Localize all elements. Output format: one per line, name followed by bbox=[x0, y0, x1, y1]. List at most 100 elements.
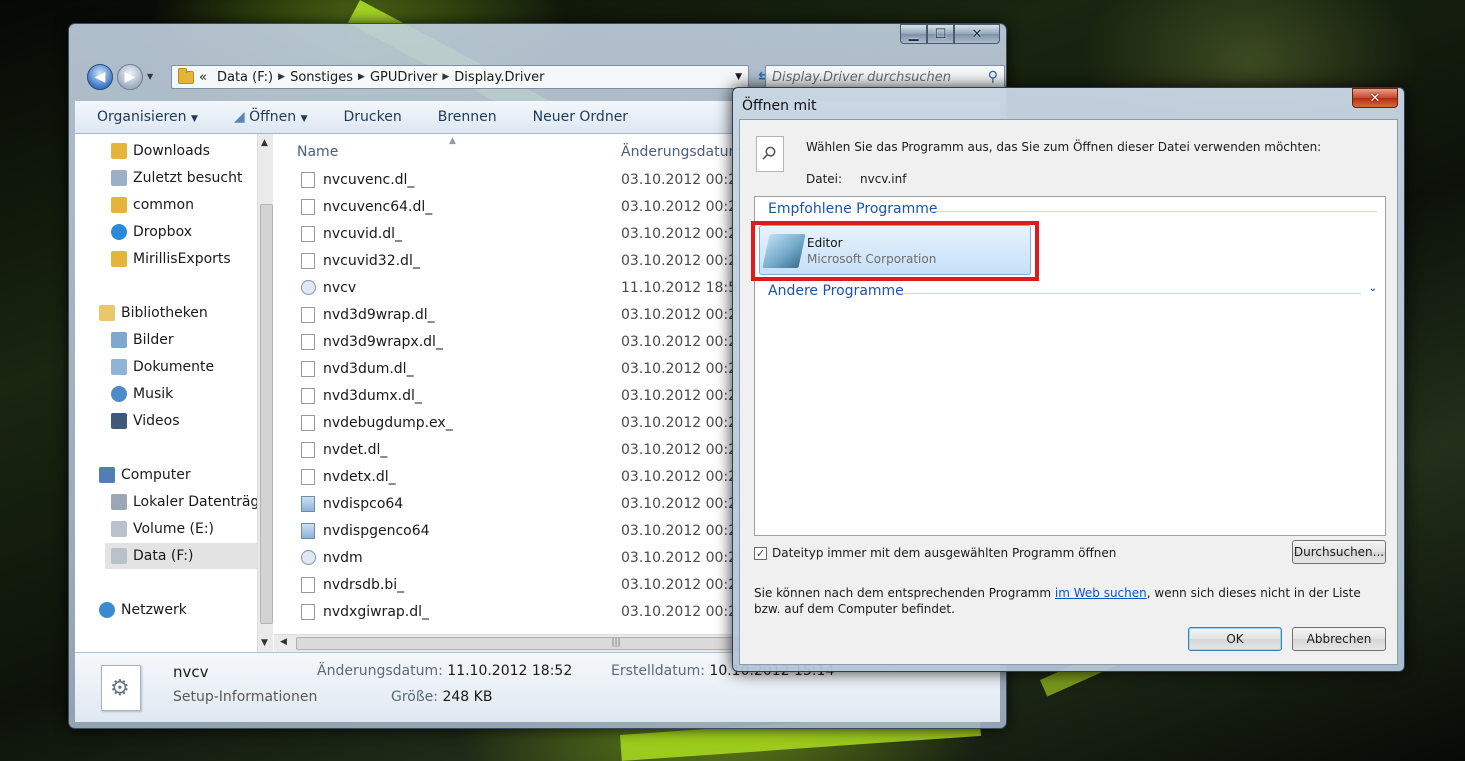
file-icon bbox=[301, 171, 315, 188]
computer-icon bbox=[99, 467, 115, 483]
nav-item-label: Dokumente bbox=[133, 359, 215, 375]
breadcrumb-separator-icon[interactable]: ▶ bbox=[442, 72, 449, 82]
close-button[interactable]: ✕ bbox=[954, 24, 1000, 44]
breadcrumb-display-driver[interactable]: Display.Driver bbox=[454, 70, 544, 85]
minimize-icon: ▁ bbox=[908, 26, 919, 42]
videos-icon bbox=[111, 413, 127, 429]
column-header-name[interactable]: Name bbox=[297, 144, 338, 160]
dialog-title: Öffnen mit bbox=[742, 98, 817, 114]
organize-menu[interactable]: Organisieren ▼ bbox=[97, 109, 198, 125]
search-placeholder: Display.Driver durchsuchen bbox=[772, 69, 952, 85]
file-name: nvd3dum.dl_ bbox=[323, 360, 414, 377]
breadcrumb-separator-icon[interactable]: ▶ bbox=[278, 72, 285, 82]
web-search-link[interactable]: im Web suchen bbox=[1055, 586, 1147, 600]
nav-item-computer[interactable]: Computer bbox=[99, 464, 191, 486]
breadcrumb-separator-icon[interactable]: ▶ bbox=[358, 72, 365, 82]
nav-item-volume-e[interactable]: Volume (E:) bbox=[111, 518, 214, 540]
file-icon bbox=[301, 333, 315, 350]
open-menu[interactable]: ◢ Öffnen ▼ bbox=[234, 109, 308, 125]
file-date: 03.10.2012 00:21 bbox=[621, 171, 746, 188]
always-use-checkbox[interactable]: ✓ bbox=[754, 546, 767, 560]
details-modified-label: Änderungsdatum: bbox=[317, 663, 443, 679]
dialog-close-button[interactable]: ✕ bbox=[1352, 88, 1398, 108]
column-header-date[interactable]: Änderungsdatum bbox=[621, 144, 742, 160]
nav-item-common[interactable]: common bbox=[111, 194, 194, 216]
nav-item-mirillis[interactable]: MirillisExports bbox=[111, 248, 231, 270]
file-name: nvcuvid.dl_ bbox=[323, 225, 403, 242]
breadcrumb-data-f[interactable]: Data (F:) bbox=[217, 70, 273, 85]
file-icon bbox=[301, 360, 315, 377]
address-dropdown-icon[interactable]: ▼ bbox=[735, 72, 742, 82]
scroll-up-icon[interactable]: ▲ bbox=[261, 138, 268, 148]
file-name: nvdispco64 bbox=[323, 495, 404, 512]
nav-item-dropbox[interactable]: Dropbox bbox=[111, 221, 192, 243]
highlight-box bbox=[751, 221, 1039, 281]
breadcrumb-sonstiges[interactable]: Sonstiges bbox=[290, 70, 353, 85]
browse-button[interactable]: Durchsuchen... bbox=[1292, 540, 1386, 564]
sort-ascending-icon: ▲ bbox=[449, 136, 456, 146]
nav-item-downloads[interactable]: Downloads bbox=[111, 140, 210, 162]
details-modified: Änderungsdatum: 11.10.2012 18:52 bbox=[317, 663, 572, 679]
nav-item-music[interactable]: Musik bbox=[111, 383, 173, 405]
chevron-down-icon: ▼ bbox=[190, 114, 198, 124]
nav-item-label: Bilder bbox=[133, 332, 174, 348]
cancel-button[interactable]: Abbrechen bbox=[1292, 627, 1386, 651]
nav-item-local-disk[interactable]: Lokaler Datenträger bbox=[111, 491, 273, 513]
documents-icon bbox=[111, 359, 127, 375]
nav-item-network[interactable]: Netzwerk bbox=[99, 599, 187, 621]
nav-item-label: Netzwerk bbox=[121, 602, 187, 618]
nav-item-label: MirillisExports bbox=[133, 251, 231, 267]
new-folder-button[interactable]: Neuer Ordner bbox=[533, 109, 628, 125]
nav-item-data-f[interactable]: Data (F:) bbox=[105, 543, 273, 569]
drive-icon bbox=[111, 548, 127, 564]
close-icon: ✕ bbox=[1369, 90, 1381, 106]
nav-item-label: common bbox=[133, 197, 194, 213]
application-file-icon bbox=[301, 522, 315, 539]
nav-item-pictures[interactable]: Bilder bbox=[111, 329, 174, 351]
file-name: nvcuvid32.dl_ bbox=[323, 252, 420, 269]
file-date: 03.10.2012 00:21 bbox=[621, 576, 746, 593]
recent-pages-dropdown[interactable]: ▼ bbox=[147, 72, 153, 81]
nav-item-libraries[interactable]: Bibliotheken bbox=[99, 302, 208, 324]
drive-icon bbox=[111, 494, 127, 510]
navigation-scrollbar[interactable]: ▲ ▼ bbox=[257, 134, 273, 652]
nav-item-documents[interactable]: Dokumente bbox=[111, 356, 214, 378]
forward-button[interactable]: ▶ bbox=[117, 64, 143, 90]
expand-chevron-icon[interactable]: ⌄ bbox=[1369, 283, 1377, 294]
file-name: nvdxgiwrap.dl_ bbox=[323, 603, 430, 620]
nav-item-label: Videos bbox=[133, 413, 180, 429]
burn-button[interactable]: Brennen bbox=[438, 109, 497, 125]
application-file-icon bbox=[301, 495, 315, 512]
details-size-label: Größe: bbox=[391, 689, 439, 705]
file-date: 03.10.2012 00:21 bbox=[621, 360, 746, 377]
maximize-button[interactable]: ☐ bbox=[927, 24, 954, 44]
breadcrumb-gpudriver[interactable]: GPUDriver bbox=[370, 70, 437, 85]
back-button[interactable]: ◀ bbox=[87, 64, 113, 90]
document-search-icon bbox=[756, 136, 784, 172]
drive-icon bbox=[111, 521, 127, 537]
file-name: nvcuvenc.dl_ bbox=[323, 171, 415, 188]
navigation-pane: Downloads Zuletzt besucht common Dropbox… bbox=[75, 134, 273, 652]
close-icon: ✕ bbox=[971, 26, 983, 42]
window-caption-buttons: ▁ ☐ ✕ bbox=[900, 24, 1000, 44]
file-name: nvcuvenc64.dl_ bbox=[323, 198, 433, 215]
nav-item-recent[interactable]: Zuletzt besucht bbox=[111, 167, 242, 189]
folder-icon bbox=[178, 67, 194, 84]
file-icon bbox=[301, 603, 315, 620]
setup-file-icon bbox=[301, 280, 316, 295]
print-button[interactable]: Drucken bbox=[344, 109, 402, 125]
file-date: 03.10.2012 00:21 bbox=[621, 522, 746, 539]
program-list[interactable]: Empfohlene Programme Editor Microsoft Co… bbox=[751, 196, 1386, 536]
search-input[interactable]: Display.Driver durchsuchen ⚲ bbox=[765, 65, 1005, 89]
scrollbar-thumb[interactable] bbox=[260, 204, 273, 624]
other-programs-header[interactable]: Andere Programme bbox=[768, 283, 904, 299]
minimize-button[interactable]: ▁ bbox=[900, 24, 927, 44]
nav-item-videos[interactable]: Videos bbox=[111, 410, 180, 432]
address-bar[interactable]: « Data (F:) ▶ Sonstiges ▶ GPUDriver ▶ Di… bbox=[171, 65, 749, 89]
scroll-left-icon[interactable]: ◀ bbox=[280, 637, 287, 647]
ok-button[interactable]: OK bbox=[1188, 627, 1282, 651]
search-icon[interactable]: ⚲ bbox=[988, 69, 998, 85]
scroll-down-icon[interactable]: ▼ bbox=[261, 638, 268, 648]
file-name: nvd3dumx.dl_ bbox=[323, 387, 422, 404]
address-overflow[interactable]: « bbox=[199, 70, 207, 85]
